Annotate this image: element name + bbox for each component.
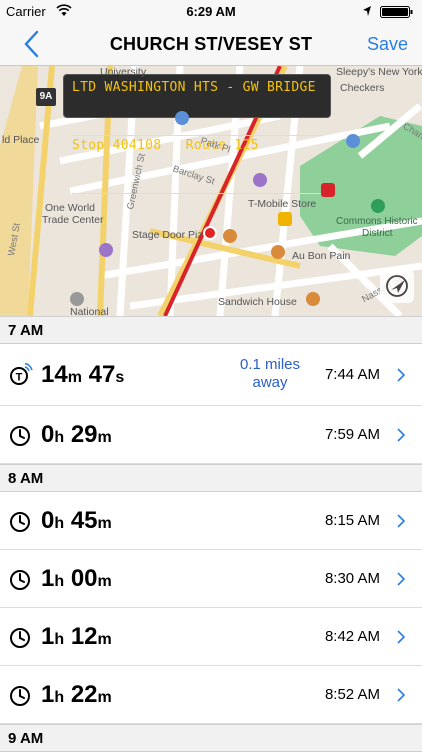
arrival-time: 8:42 AM	[324, 628, 380, 645]
chevron-right-icon	[397, 630, 406, 644]
chevron-right-icon	[397, 428, 406, 442]
chevron-right-icon	[397, 514, 406, 528]
route-sign-line-2: Stop 404108 Route 125	[72, 136, 322, 194]
battery-icon	[380, 6, 413, 18]
back-chevron-icon[interactable]	[22, 30, 40, 58]
arrival-time: 7:59 AM	[324, 426, 380, 443]
transit-realtime-icon: T	[10, 362, 33, 385]
park-poi-icon	[371, 199, 385, 213]
chevron-right-icon	[397, 688, 406, 702]
map-label-stage-door: Stage Door Piz	[132, 229, 203, 241]
wait-time: 1h 12m	[41, 623, 112, 650]
wait-time: 14m 47s	[41, 361, 125, 388]
sandwich-poi-icon	[306, 292, 320, 306]
schedule-row[interactable]: 1h 12m 8:42 AM	[0, 608, 422, 666]
schedule-list: 7 AM T 14m 47s 0.1 miles away 7:44 AM 0h…	[0, 316, 422, 752]
map-label-one-wtc-2: Trade Center	[42, 214, 104, 226]
store-poi-icon	[278, 212, 292, 226]
shopping-poi-icon	[253, 173, 267, 187]
wait-time: 0h 29m	[41, 421, 112, 448]
distance-away: 0.1 miles away	[239, 356, 301, 391]
stop-marker	[203, 226, 217, 240]
clock-icon	[10, 686, 30, 706]
section-header-9am: 9 AM	[0, 724, 422, 752]
clock-icon	[10, 512, 30, 532]
map-label-sandwich-house: Sandwich House	[218, 296, 297, 308]
schedule-row[interactable]: 0h 29m 7:59 AM	[0, 406, 422, 464]
section-header-7am: 7 AM	[0, 316, 422, 344]
status-bar: Carrier 6:29 AM	[0, 0, 422, 22]
schedule-row[interactable]: 0h 45m 8:15 AM	[0, 492, 422, 550]
route-map[interactable]: LTD WASHINGTON HTS - GW BRIDGE Stop 4041…	[0, 66, 422, 316]
arrival-time: 8:30 AM	[324, 570, 380, 587]
map-label-old-place: ld Place	[2, 134, 40, 146]
route-sign: LTD WASHINGTON HTS - GW BRIDGE Stop 4041…	[63, 74, 331, 194]
svg-text:T: T	[16, 372, 23, 384]
chevron-right-icon	[397, 368, 406, 382]
highway-shield: 9A	[36, 88, 56, 106]
page-title: CHURCH ST/VESEY ST	[109, 34, 313, 54]
save-button[interactable]: Save	[367, 34, 408, 55]
wait-time: 0h 45m	[41, 507, 112, 534]
subway-poi-icon	[346, 134, 360, 148]
transit-poi-icon	[175, 111, 189, 125]
location-arrow-icon	[363, 6, 371, 16]
clock-icon	[10, 570, 30, 590]
status-time: 6:29 AM	[186, 4, 236, 19]
route-sign-line-1: LTD WASHINGTON HTS - GW BRIDGE	[72, 78, 322, 136]
cafe-poi-icon	[271, 245, 285, 259]
map-label-tmobile: T-Mobile Store	[248, 198, 317, 210]
map-label-commons-2: District	[362, 228, 393, 239]
arrival-time: 7:44 AM	[324, 366, 380, 383]
museum-poi-icon	[99, 243, 113, 257]
map-label-commons-1: Commons Historic	[336, 216, 418, 227]
section-header-8am: 8 AM	[0, 464, 422, 492]
arrival-time: 8:15 AM	[324, 512, 380, 529]
schedule-row[interactable]: T 14m 47s 0.1 miles away 7:44 AM	[0, 344, 422, 406]
bus-poi-icon	[321, 183, 335, 197]
map-label-national: National	[70, 306, 109, 316]
map-label-au-bon-pain: Au Bon Pain	[292, 250, 351, 262]
locate-me-button[interactable]	[380, 269, 414, 303]
restaurant-poi-icon	[223, 229, 237, 243]
chevron-right-icon	[397, 572, 406, 586]
navigation-bar: CHURCH ST/VESEY ST Save	[0, 22, 422, 66]
map-label-one-wtc-1: One World	[45, 202, 95, 214]
arrival-time: 8:52 AM	[324, 686, 380, 703]
locate-arrow-icon	[386, 275, 408, 297]
schedule-row[interactable]: 1h 22m 8:52 AM	[0, 666, 422, 724]
wait-time: 1h 22m	[41, 681, 112, 708]
clock-icon	[10, 426, 30, 446]
landmark-poi-icon	[70, 292, 84, 306]
map-label-university: University	[100, 66, 147, 78]
map-label-checkers: Checkers	[340, 82, 385, 94]
schedule-row[interactable]: 1h 00m 8:30 AM	[0, 550, 422, 608]
wait-time: 1h 00m	[41, 565, 112, 592]
clock-icon	[10, 628, 30, 648]
map-label-sleepys: Sleepy's New York	[336, 66, 422, 78]
